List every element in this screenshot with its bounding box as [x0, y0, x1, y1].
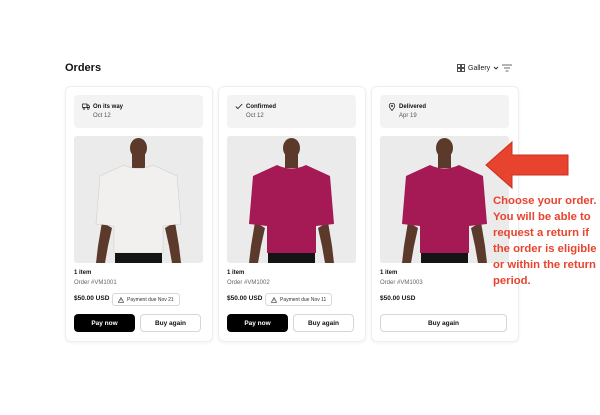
order-date: Apr 19 — [399, 113, 417, 119]
pay-now-button[interactable]: Pay now — [74, 314, 135, 332]
order-status-box: On its way Oct 12 — [74, 95, 203, 128]
buy-again-button[interactable]: Buy again — [293, 314, 354, 332]
item-count: 1 item — [74, 270, 92, 276]
order-date: Oct 12 — [246, 113, 264, 119]
order-number: Order #VM1002 — [227, 280, 270, 286]
order-number: Order #VM1003 — [380, 280, 423, 286]
callout-text: Choose your order. You will be able to r… — [493, 195, 597, 287]
payment-due-label: Payment due Nov 11 — [280, 296, 327, 303]
payment-due-label: Payment due Nov 21 — [127, 296, 174, 303]
truck-icon — [82, 103, 90, 110]
view-toggle[interactable]: Gallery — [457, 64, 499, 72]
view-toggle-label: Gallery — [468, 64, 491, 72]
buy-again-button[interactable]: Buy again — [140, 314, 201, 332]
order-number: Order #VM1001 — [74, 280, 117, 286]
product-image[interactable] — [74, 136, 203, 263]
chevron-down-icon — [493, 66, 499, 70]
order-price: $50.00 USD — [380, 295, 416, 302]
payment-due-badge: Payment due Nov 11 — [265, 293, 333, 306]
order-status-box: Delivered Apr 19 — [380, 95, 509, 128]
order-status: Delivered — [399, 104, 427, 110]
buy-again-button[interactable]: Buy again — [380, 314, 507, 332]
order-card[interactable]: On its way Oct 12 1 item Order #VM1001 $… — [65, 86, 213, 342]
order-date: Oct 12 — [93, 113, 111, 119]
order-price: $50.00 USD — [74, 295, 110, 302]
item-count: 1 item — [380, 270, 398, 276]
order-card[interactable]: Confirmed Oct 12 1 item Order #VM1002 $5… — [218, 86, 366, 342]
order-price: $50.00 USD — [227, 295, 263, 302]
checkmark-icon — [235, 103, 243, 110]
warning-icon — [271, 296, 277, 303]
gallery-grid-icon — [457, 64, 465, 72]
order-status: Confirmed — [246, 104, 276, 110]
page-title: Orders — [65, 62, 102, 74]
order-status: On its way — [93, 104, 124, 110]
pay-now-button[interactable]: Pay now — [227, 314, 288, 332]
item-count: 1 item — [227, 270, 245, 276]
location-pin-icon — [388, 103, 396, 111]
order-status-box: Confirmed Oct 12 — [227, 95, 356, 128]
callout-arrow-icon — [485, 140, 569, 190]
filter-icon[interactable] — [502, 64, 512, 72]
payment-due-badge: Payment due Nov 21 — [112, 293, 180, 306]
product-image[interactable] — [227, 136, 356, 263]
warning-icon — [118, 296, 124, 303]
